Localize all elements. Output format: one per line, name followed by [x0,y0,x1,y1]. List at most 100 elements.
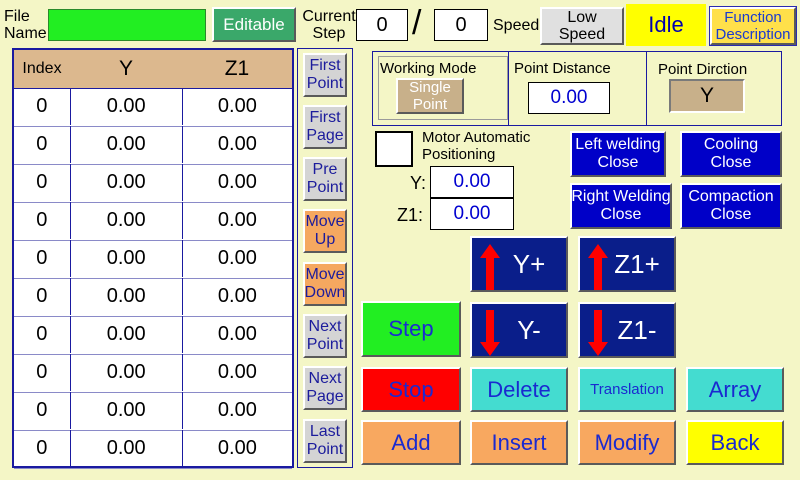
speed-label: Speed [493,17,540,34]
column-header-y: Y [70,50,183,89]
right-welding-button[interactable]: Right Welding Close [570,183,672,229]
motor-z1-label: Z1: [397,205,424,225]
compaction-button[interactable]: Compaction Close [680,183,782,229]
z1-plus-button[interactable]: Z1+ [578,236,676,292]
status-indicator: Idle [626,4,706,46]
table-row[interactable]: 0 0.00 0.00 [14,316,292,355]
table-row[interactable]: 0 0.00 0.00 [14,202,292,241]
column-header-z1: Z1 [182,50,292,89]
back-button[interactable]: Back [686,420,784,465]
table-row[interactable]: 0 0.00 0.00 [14,164,292,203]
cell-z1: 0.00 [217,361,257,383]
arrow-up-icon [588,244,608,290]
delete-button[interactable]: Delete [470,367,568,412]
point-direction-button[interactable]: Y [669,79,745,113]
next-point-button[interactable]: Next Point [303,314,347,358]
last-point-button[interactable]: Last Point [303,419,347,463]
next-page-button[interactable]: Next Page [303,366,347,410]
cell-z1: 0.00 [217,285,257,307]
arrow-down-icon [588,310,608,356]
move-up-button[interactable]: Move Up [303,209,347,253]
stop-button[interactable]: Stop [361,367,461,412]
cell-y: 0.00 [71,164,183,201]
cell-index: 0 [14,316,71,353]
table-row[interactable]: 0 0.00 0.00 [14,278,292,317]
motor-z1-field[interactable]: 0.00 [430,198,514,230]
z1-minus-button[interactable]: Z1- [578,302,676,358]
table-row[interactable]: 0 0.00 0.00 [14,430,292,469]
working-mode-label: Working Mode [380,60,477,77]
insert-button[interactable]: Insert [470,420,568,465]
cell-z1: 0.00 [217,209,257,231]
table-row[interactable]: 0 0.00 0.00 [14,88,292,127]
column-header-index: Index [14,50,71,89]
table-row[interactable]: 0 0.00 0.00 [14,392,292,431]
y-plus-button[interactable]: Y+ [470,236,568,292]
working-mode-button[interactable]: Single Point [396,78,464,114]
cell-z1: 0.00 [217,171,257,193]
cell-index: 0 [14,126,71,163]
file-name-field[interactable] [48,9,206,41]
current-step-label: Current Step [302,8,356,42]
mode-panel-divider [508,51,509,126]
cell-index: 0 [14,354,71,391]
editable-button[interactable]: Editable [212,7,296,42]
step-separator: / [412,4,422,42]
modify-button[interactable]: Modify [578,420,676,465]
move-down-button[interactable]: Move Down [303,262,347,306]
cell-z1: 0.00 [217,323,257,345]
cell-y: 0.00 [71,430,183,467]
translation-button[interactable]: Translation [578,367,676,412]
cell-z1: 0.00 [217,247,257,269]
auto-positioning-checkbox[interactable] [375,131,413,167]
cell-index: 0 [14,202,71,239]
y-plus-label: Y+ [512,248,546,279]
cell-y: 0.00 [71,240,183,277]
motor-y-field[interactable]: 0.00 [430,166,514,198]
cell-index: 0 [14,392,71,429]
cell-index: 0 [14,278,71,315]
cell-y: 0.00 [71,126,183,163]
table-row[interactable]: 0 0.00 0.00 [14,240,292,279]
cell-z1: 0.00 [217,95,257,117]
cell-index: 0 [14,240,71,277]
cell-z1: 0.00 [217,399,257,421]
add-button[interactable]: Add [361,420,461,465]
speed-toggle-button[interactable]: Low Speed [540,7,624,45]
z1-plus-label: Z1+ [614,248,660,279]
current-step-field[interactable]: 0 [356,9,408,41]
first-point-button[interactable]: First Point [303,53,347,97]
point-direction-label: Point Dirction [658,61,748,78]
mode-panel-divider [646,51,647,126]
motor-y-label: Y: [410,173,427,193]
y-minus-button[interactable]: Y- [470,302,568,358]
cell-y: 0.00 [71,392,183,429]
cell-y: 0.00 [71,316,183,353]
cooling-button[interactable]: Cooling Close [680,131,782,177]
cell-y: 0.00 [71,278,183,315]
z1-minus-label: Z1- [617,314,657,345]
step-button[interactable]: Step [361,301,461,357]
points-table: Index Y Z1 0 0.00 0.00 0 0.00 0.00 0 0.00 0.00 0 0… [12,48,294,469]
array-button[interactable]: Array [686,367,784,412]
cell-y: 0.00 [71,354,183,391]
cell-z1: 0.00 [217,437,257,459]
file-name-label: File Name [4,8,47,42]
function-description-button[interactable]: Function Description [709,6,797,46]
cell-z1: 0.00 [217,133,257,155]
cell-y: 0.00 [71,88,183,125]
cell-index: 0 [14,88,71,125]
auto-positioning-label: Motor Automatic Positioning [422,129,531,163]
table-row[interactable]: 0 0.00 0.00 [14,126,292,165]
total-step-field[interactable]: 0 [434,9,488,41]
table-row[interactable]: 0 0.00 0.00 [14,354,292,393]
cell-y: 0.00 [71,202,183,239]
first-page-button[interactable]: First Page [303,105,347,149]
y-minus-label: Y- [517,314,541,345]
point-distance-label: Point Distance [514,60,611,77]
cell-index: 0 [14,164,71,201]
pre-point-button[interactable]: Pre Point [303,157,347,201]
left-welding-button[interactable]: Left welding Close [570,131,666,177]
arrow-up-icon [480,244,500,290]
point-distance-field[interactable]: 0.00 [528,82,610,114]
